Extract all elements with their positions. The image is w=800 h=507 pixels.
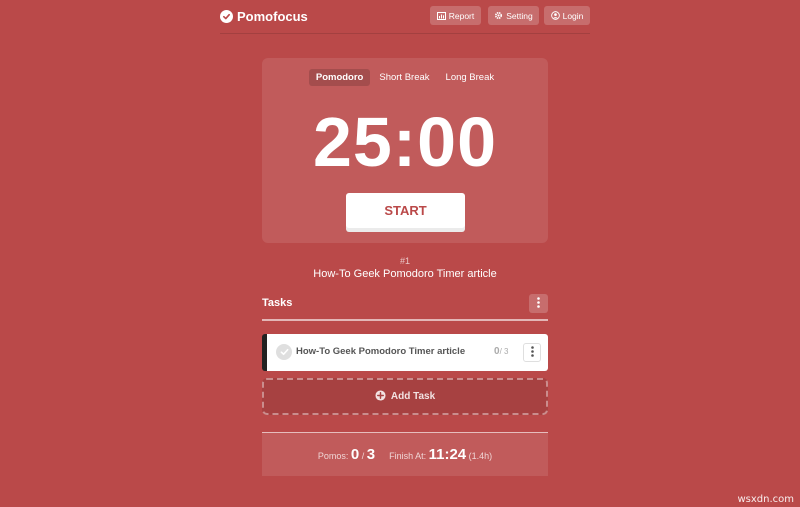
add-task-button[interactable]: Add Task: [262, 378, 548, 415]
check-icon: [280, 343, 289, 361]
pomos-label: Pomos:: [317, 451, 349, 461]
app-logo[interactable]: Pomofocus: [220, 7, 308, 25]
gear-icon: [494, 11, 503, 20]
tasks-header: Tasks: [262, 293, 548, 321]
tab-pomodoro[interactable]: Pomodoro: [308, 69, 371, 86]
setting-label: Setting: [506, 10, 533, 21]
more-vertical-icon: [537, 295, 540, 313]
app-name: Pomofocus: [237, 8, 308, 24]
add-task-label: Add Task: [390, 391, 436, 402]
current-task-number: #1: [399, 256, 410, 266]
report-label: Report: [448, 10, 475, 21]
task-item[interactable]: How-To Geek Pomodoro Timer article 0/ 3: [262, 334, 548, 371]
report-button[interactable]: Report: [430, 6, 481, 25]
top-header: Pomofocus Report Setting Login: [220, 0, 590, 34]
login-label: Login: [562, 10, 584, 21]
timer-display: 25:00: [312, 103, 498, 181]
mode-tabs: Pomodoro Short Break Long Break: [262, 69, 548, 86]
task-pomo-count: 0/ 3: [494, 346, 508, 357]
finish-label: Finish At:: [389, 451, 427, 461]
pomo-summary: Pomos: 0 / 3 Finish At: 11:24 (1.4h): [262, 432, 548, 476]
chart-icon: [436, 11, 446, 20]
timer-card: Pomodoro Short Break Long Break 25:00 ST…: [262, 58, 548, 243]
login-button[interactable]: Login: [544, 6, 590, 25]
tab-long-break[interactable]: Long Break: [439, 69, 502, 86]
plus-circle-icon: [375, 389, 386, 404]
tab-short-break[interactable]: Short Break: [372, 69, 436, 86]
watermark: wsxdn.com: [737, 494, 794, 505]
task-pomo-total: / 3: [499, 347, 509, 356]
task-checkbox[interactable]: [276, 344, 292, 360]
user-circle-icon: [550, 11, 560, 20]
more-vertical-icon: [530, 344, 534, 362]
finish-summary: Finish At: 11:24 (1.4h): [389, 446, 492, 463]
pomos-summary: Pomos: 0 / 3: [317, 446, 376, 463]
current-task-title: How-To Geek Pomodoro Timer article: [313, 268, 497, 280]
tasks-title: Tasks: [262, 297, 293, 309]
finish-time: 11:24: [428, 446, 467, 463]
check-circle-icon: [220, 9, 233, 23]
pomos-done: 0: [350, 446, 360, 463]
finish-duration: (1.4h): [468, 451, 493, 461]
task-menu-button[interactable]: [523, 343, 541, 362]
task-title: How-To Geek Pomodoro Timer article: [296, 346, 466, 357]
start-button[interactable]: START: [346, 193, 465, 228]
setting-button[interactable]: Setting: [488, 6, 539, 25]
pomos-total: 3: [366, 446, 376, 463]
tasks-menu-button[interactable]: [529, 294, 548, 313]
